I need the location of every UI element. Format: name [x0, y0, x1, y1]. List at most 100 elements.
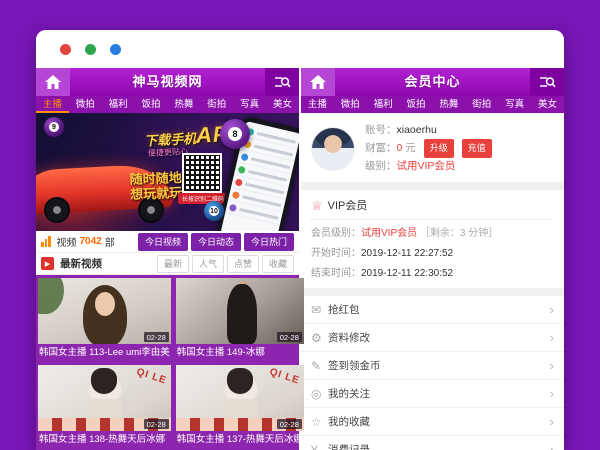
video-thumbnail: QI LE 02-28 [38, 365, 171, 431]
nav-tab[interactable]: 写真 [498, 96, 531, 113]
search-icon [274, 75, 291, 89]
video-thumbnail: 02-28 [38, 278, 171, 344]
nav-tab[interactable]: 福利 [102, 96, 135, 113]
avatar[interactable] [311, 127, 355, 171]
billiard-ball-icon: 10 [204, 201, 224, 221]
section-divider [301, 288, 564, 296]
today-hot-button[interactable]: 今日热门 [244, 233, 294, 251]
video-grid-section: 02-28 韩国女主播 113-Lee umi李由美 02-28 韩国女主播 1… [36, 275, 299, 450]
sort-newest-button[interactable]: 最新 [157, 255, 189, 273]
crown-icon: ♕ [311, 199, 323, 212]
search-button[interactable] [530, 68, 564, 96]
app-download-banner[interactable]: 9 下载手机APP 便捷更贴心 随时随地想玩就玩 长按识别二维码 [36, 113, 299, 231]
home-button[interactable] [36, 68, 70, 96]
nav-tab[interactable]: 美女 [266, 96, 299, 113]
menu-item-red-packet[interactable]: ✉ 抢红包 › [301, 296, 564, 324]
menu-item-spending-records[interactable]: ¥ 消费记录 › [301, 436, 564, 450]
gear-icon: ⚙ [311, 332, 328, 344]
menu-item-my-follows[interactable]: ◎ 我的关注 › [301, 380, 564, 408]
qr-caption: 长按识别二维码 [178, 193, 228, 204]
date-badge: 02-28 [144, 332, 169, 342]
search-icon [539, 75, 556, 89]
banner-slogan: 随时随地想玩就玩 [129, 170, 182, 202]
wealth-label: 财富： [365, 142, 397, 154]
sort-favorites-button[interactable]: 收藏 [262, 255, 294, 273]
chevron-right-icon: › [550, 442, 554, 450]
chevron-right-icon: › [550, 302, 554, 317]
account-username: xiaoerhu [397, 124, 437, 136]
vip-end-time: 2019-12-11 22:30:52 [361, 268, 453, 279]
video-stats-row: 视频 7042 部 今日视频 今日动态 今日热门 [36, 231, 299, 253]
chevron-right-icon: › [550, 386, 554, 401]
member-menu: ✉ 抢红包 › ⚙ 资料修改 › ✎ 签到领金币 › [301, 296, 564, 450]
video-title: 韩国女主播 138-热舞天后冰娜 [38, 431, 171, 448]
pencil-icon: ✎ [311, 360, 328, 372]
vip-start-time: 2019-12-11 22:27:52 [361, 248, 453, 259]
home-button[interactable] [301, 68, 335, 96]
video-card[interactable]: QI LE 02-28 韩国女主播 138-热舞天后冰娜 [38, 365, 171, 448]
qile-logo: QI LE [268, 366, 301, 386]
nav-tab[interactable]: 美女 [531, 96, 564, 113]
nav-tab[interactable]: 写真 [233, 96, 266, 113]
video-count-prefix: 视频 [57, 234, 77, 249]
video-card[interactable]: QI LE 02-28 韩国女主播 137-热舞天后冰娜 [176, 365, 304, 448]
menu-item-check-in[interactable]: ✎ 签到领金币 › [301, 352, 564, 380]
nav-tab[interactable]: 饭拍 [135, 96, 168, 113]
nav-tab[interactable]: 热舞 [433, 96, 466, 113]
vip-end-label: 结束时间： [311, 268, 361, 279]
member-center-header: 会员中心 [301, 68, 564, 96]
upgrade-button[interactable]: 升级 [424, 139, 454, 158]
member-center-nav: 主播 微拍 福利 饭拍 热舞 街拍 写真 美女 [301, 96, 564, 113]
chevron-right-icon: › [550, 330, 554, 345]
yuan-icon: ¥ [311, 444, 328, 450]
search-button[interactable] [265, 68, 299, 96]
nav-tab[interactable]: 热舞 [168, 96, 201, 113]
video-title: 韩国女主播 137-热舞天后冰娜 [176, 431, 304, 448]
video-card[interactable]: 02-28 韩国女主播 113-Lee umi李由美 [38, 278, 171, 361]
video-count: 7042 [80, 236, 102, 247]
nav-tab[interactable]: 街拍 [200, 96, 233, 113]
chevron-right-icon: › [550, 414, 554, 429]
account-label: 账号： [365, 124, 397, 136]
recharge-button[interactable]: 充值 [462, 139, 492, 158]
video-thumbnail: 02-28 [176, 278, 304, 344]
today-activity-button[interactable]: 今日动态 [191, 233, 241, 251]
vip-remaining: ［剩余：3 分钟］ [420, 228, 498, 239]
vip-section: ♕ VIP会员 会员级别：试用VIP会员 ［剩余：3 分钟］ 开始时间：2019… [301, 190, 564, 288]
video-card[interactable]: 02-28 韩国女主播 149-冰娜 [176, 278, 304, 361]
menu-item-edit-profile[interactable]: ⚙ 资料修改 › [301, 324, 564, 352]
nav-tab[interactable]: 饭拍 [400, 96, 433, 113]
menu-item-my-favorites[interactable]: ☆ 我的收藏 › [301, 408, 564, 436]
nav-tab[interactable]: 微拍 [334, 96, 367, 113]
nav-tab[interactable]: 主播 [301, 96, 334, 113]
sort-likes-button[interactable]: 点赞 [227, 255, 259, 273]
window-close-button[interactable] [60, 44, 71, 55]
level-label: 级别： [365, 160, 397, 172]
page-title: 会员中心 [335, 68, 530, 96]
page-title: 神马视频网 [70, 68, 265, 96]
nav-tab[interactable]: 微拍 [69, 96, 102, 113]
bar-chart-icon [41, 236, 51, 247]
video-title: 韩国女主播 113-Lee umi李由美 [38, 344, 171, 361]
nav-tab[interactable]: 主播 [36, 96, 69, 113]
nav-tab[interactable]: 街拍 [465, 96, 498, 113]
video-thumbnail: QI LE 02-28 [176, 365, 304, 431]
target-icon: ◎ [311, 388, 328, 400]
vip-start-label: 开始时间： [311, 248, 361, 259]
star-icon: ☆ [311, 416, 328, 428]
chevron-right-icon: › [550, 358, 554, 373]
today-videos-button[interactable]: 今日视频 [138, 233, 188, 251]
sort-popularity-button[interactable]: 人气 [192, 255, 224, 273]
latest-videos-title: 最新视频 [60, 256, 102, 271]
date-badge: 02-28 [277, 332, 302, 342]
window-zoom-button[interactable] [110, 44, 121, 55]
wealth-unit: 元 [402, 142, 415, 154]
play-icon: ▶ [41, 257, 54, 270]
vip-level-value: 试用VIP会员 [361, 228, 417, 239]
window-titlebar [36, 30, 564, 68]
nav-tab[interactable]: 福利 [367, 96, 400, 113]
video-site-header: 神马视频网 [36, 68, 299, 96]
video-title: 韩国女主播 149-冰娜 [176, 344, 304, 361]
window-minimize-button[interactable] [85, 44, 96, 55]
video-site-nav: 主播 微拍 福利 饭拍 热舞 街拍 写真 美女 [36, 96, 299, 113]
